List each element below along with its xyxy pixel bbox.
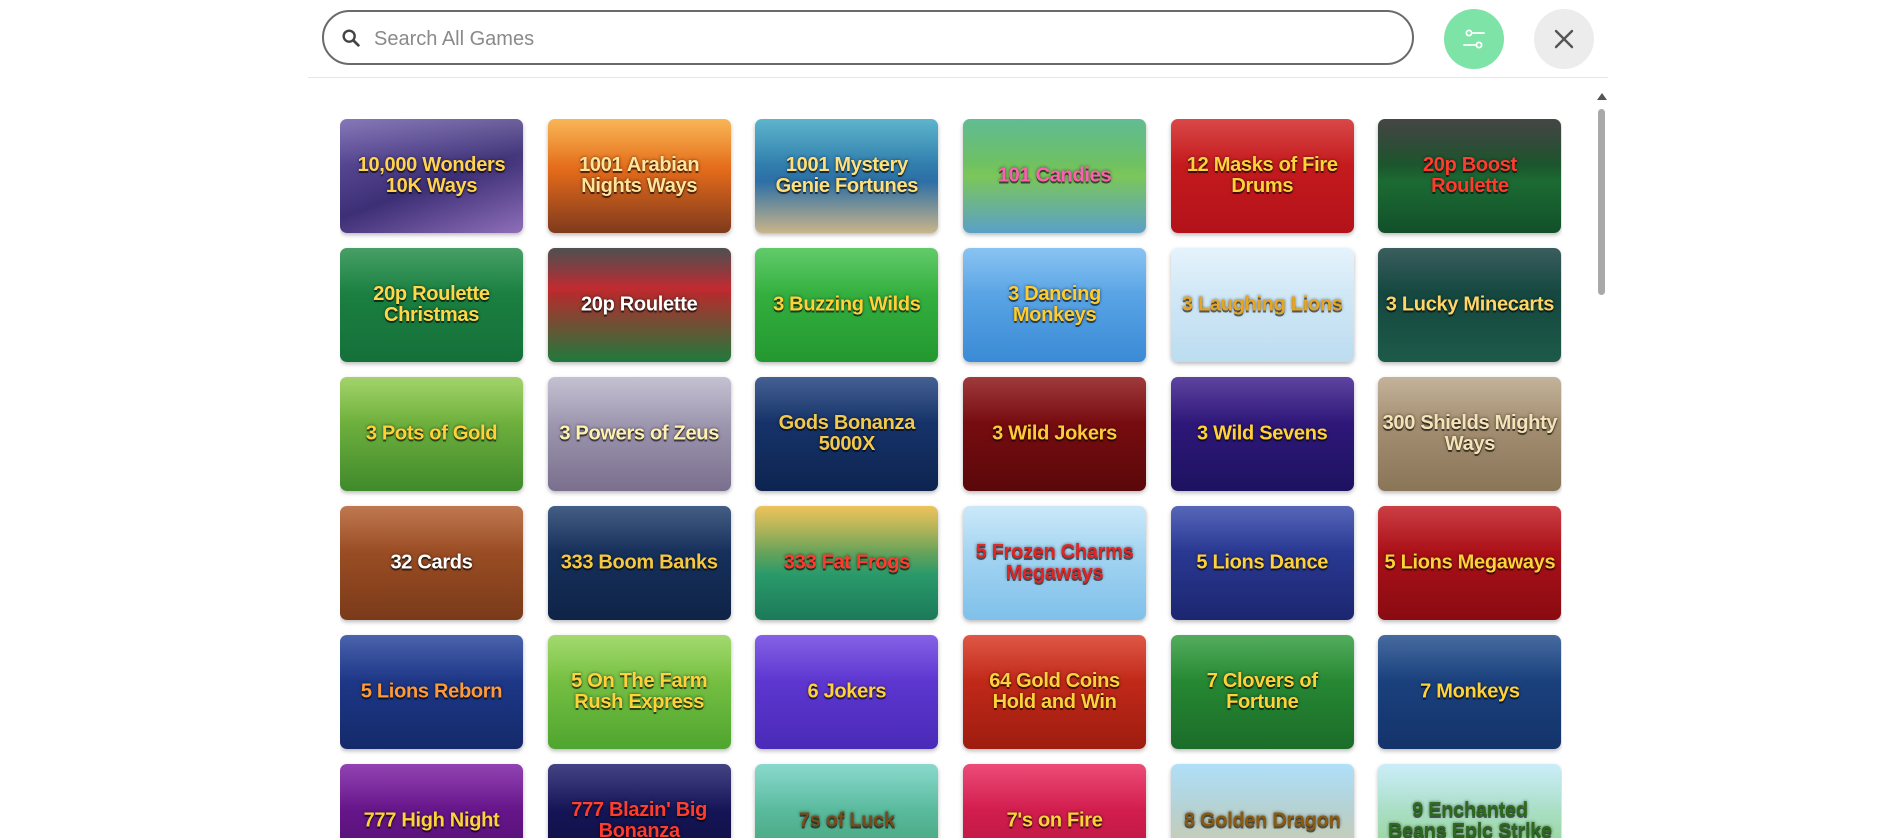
games-results: 10,000 Wonders 10K Ways 1001 Arabian Nigh… <box>340 119 1562 838</box>
game-tile-title: 20p Roulette Christmas <box>373 283 490 326</box>
game-tile-title: 1001 Mystery Genie Fortunes <box>775 154 919 197</box>
game-tile-title: 20p Boost Roulette <box>1422 154 1517 197</box>
game-tile[interactable]: 3 Dancing Monkeys <box>963 248 1147 362</box>
filter-sliders-icon <box>1463 29 1485 49</box>
game-tile-title: 3 Wild Jokers <box>992 422 1117 445</box>
game-tile[interactable]: 777 Blazin' Big Bonanza <box>547 764 731 838</box>
game-tile[interactable]: 3 Buzzing Wilds <box>755 248 939 362</box>
game-tile-title: 8 Golden Dragon <box>1183 809 1341 832</box>
game-tile-title: 5 Lions Megaways <box>1384 551 1556 574</box>
search-header <box>308 0 1608 78</box>
game-tile-title: 3 Wild Sevens <box>1197 422 1328 445</box>
game-tile[interactable]: 20p Boost Roulette <box>1378 119 1562 233</box>
game-tile[interactable]: 10,000 Wonders 10K Ways <box>340 119 523 233</box>
game-tile[interactable]: 3 Wild Sevens <box>1170 377 1354 491</box>
game-tile-title: 333 Fat Frogs <box>783 551 910 574</box>
game-tile-title: 6 Jokers <box>807 680 887 703</box>
game-tile[interactable]: 7 Monkeys <box>1378 635 1562 749</box>
game-tile[interactable]: 5 Lions Megaways <box>1378 506 1562 620</box>
game-tile-title: 5 On The Farm Rush Express <box>571 670 708 713</box>
game-tile-title: 9 Enchanted Beans Epic Strike <box>1388 799 1552 838</box>
game-tile[interactable]: 300 Shields Mighty Ways <box>1378 377 1562 491</box>
search-input[interactable] <box>372 20 1396 58</box>
game-tile[interactable]: 5 On The Farm Rush Express <box>547 635 731 749</box>
game-tile[interactable]: 32 Cards <box>340 506 523 620</box>
game-tile[interactable]: 64 Gold Coins Hold and Win <box>963 635 1147 749</box>
game-tile[interactable]: 7s of Luck <box>755 764 939 838</box>
game-tile-title: 3 Laughing Lions <box>1181 293 1343 316</box>
game-tile[interactable]: Gods Bonanza 5000X <box>755 377 939 491</box>
game-tile-title: 3 Pots of Gold <box>365 422 498 445</box>
game-tile-title: 5 Lions Dance <box>1196 551 1329 574</box>
game-tile-title: 3 Powers of Zeus <box>559 422 720 445</box>
game-grid: 10,000 Wonders 10K Ways 1001 Arabian Nigh… <box>340 119 1562 838</box>
game-tile[interactable]: 3 Lucky Minecarts <box>1378 248 1562 362</box>
game-tile[interactable]: 20p Roulette Christmas <box>340 248 523 362</box>
game-tile-title: 20p Roulette <box>580 293 698 316</box>
game-tile-title: 777 Blazin' Big Bonanza <box>571 799 708 838</box>
game-tile-title: Gods Bonanza 5000X <box>778 412 916 455</box>
game-tile[interactable]: 5 Lions Reborn <box>340 635 523 749</box>
game-tile[interactable]: 12 Masks of Fire Drums <box>1170 119 1354 233</box>
game-tile[interactable]: 8 Golden Dragon <box>1170 764 1354 838</box>
game-tile[interactable]: 101 Candies <box>963 119 1147 233</box>
game-tile[interactable]: 6 Jokers <box>755 635 939 749</box>
game-tile-title: 300 Shields Mighty Ways <box>1382 412 1558 455</box>
scrollbar-thumb[interactable] <box>1598 109 1605 295</box>
game-tile[interactable]: 7's on Fire <box>963 764 1147 838</box>
game-tile-title: 101 Candies <box>997 164 1112 187</box>
game-tile[interactable]: 20p Roulette <box>547 248 731 362</box>
game-tile-title: 7s of Luck <box>798 809 895 832</box>
game-tile-title: 12 Masks of Fire Drums <box>1186 154 1338 197</box>
game-tile[interactable]: 3 Laughing Lions <box>1170 248 1354 362</box>
game-tile-title: 32 Cards <box>390 551 473 574</box>
game-tile-title: 10,000 Wonders 10K Ways <box>357 154 506 197</box>
game-tile-title: 3 Buzzing Wilds <box>773 293 921 316</box>
game-tile-title: 3 Lucky Minecarts <box>1385 293 1555 316</box>
scroll-up-arrow-icon[interactable] <box>1597 93 1607 100</box>
game-tile[interactable]: 1001 Mystery Genie Fortunes <box>755 119 939 233</box>
game-tile-title: 1001 Arabian Nights Ways <box>579 154 700 197</box>
game-tile[interactable]: 777 High Night <box>340 764 523 838</box>
search-box[interactable] <box>322 10 1414 65</box>
game-tile[interactable]: 5 Lions Dance <box>1170 506 1354 620</box>
game-tile[interactable]: 333 Fat Frogs <box>755 506 939 620</box>
game-tile[interactable]: 3 Powers of Zeus <box>547 377 731 491</box>
game-tile-title: 5 Frozen Charms Megaways <box>975 541 1134 584</box>
game-tile-title: 64 Gold Coins Hold and Win <box>989 670 1120 713</box>
game-tile[interactable]: 333 Boom Banks <box>547 506 731 620</box>
search-icon <box>342 29 360 47</box>
game-tile[interactable]: 1001 Arabian Nights Ways <box>547 119 731 233</box>
game-tile-title: 5 Lions Reborn <box>360 680 503 703</box>
close-button[interactable] <box>1534 9 1594 69</box>
filter-button[interactable] <box>1444 9 1504 69</box>
game-tile[interactable]: 5 Frozen Charms Megaways <box>963 506 1147 620</box>
close-icon <box>1554 29 1574 49</box>
game-tile[interactable]: 3 Wild Jokers <box>963 377 1147 491</box>
game-tile[interactable]: 9 Enchanted Beans Epic Strike <box>1378 764 1562 838</box>
scrollbar[interactable] <box>1596 93 1608 838</box>
game-tile[interactable]: 3 Pots of Gold <box>340 377 523 491</box>
game-tile-title: 7's on Fire <box>1006 809 1103 832</box>
game-tile-title: 7 Clovers of Fortune <box>1206 670 1318 713</box>
game-tile-title: 7 Monkeys <box>1420 680 1520 703</box>
game-tile-title: 333 Boom Banks <box>560 551 718 574</box>
game-tile-title: 3 Dancing Monkeys <box>1008 283 1101 326</box>
game-tile-title: 777 High Night <box>363 809 500 832</box>
game-tile[interactable]: 7 Clovers of Fortune <box>1170 635 1354 749</box>
